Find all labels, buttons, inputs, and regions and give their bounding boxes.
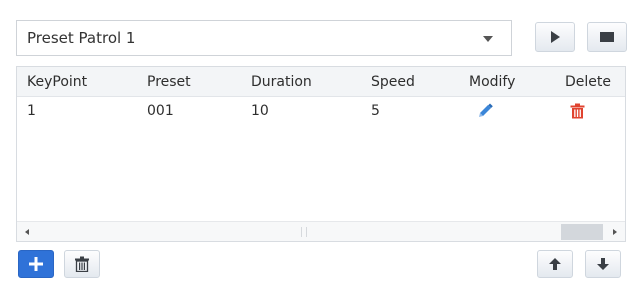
play-icon [551,31,560,43]
header-modify[interactable]: Modify [469,67,515,96]
trash-icon [570,103,585,119]
header-preset[interactable]: Preset [147,67,191,96]
chevron-down-icon[interactable] [483,36,493,42]
pencil-icon [479,103,493,117]
keypoint-cell: 1 [27,103,36,119]
delete-keypoint-button[interactable] [64,250,100,278]
stop-button[interactable] [587,22,627,52]
horizontal-scrollbar[interactable] [17,221,625,241]
modify-button[interactable] [477,97,493,125]
scroll-right-icon[interactable] [613,229,617,235]
arrow-down-icon [597,258,609,270]
arrow-up-icon [549,258,561,270]
speed-cell: 5 [371,103,380,119]
patrol-select-value: Preset Patrol 1 [27,29,136,47]
stop-icon [600,32,614,42]
trash-icon [75,256,89,272]
play-button[interactable] [535,22,575,52]
delete-row-button[interactable] [570,97,585,125]
move-down-button[interactable] [585,250,621,278]
scroll-left-icon[interactable] [25,229,29,235]
scroll-grip [301,227,307,237]
scroll-thumb[interactable] [561,224,603,240]
patrol-select[interactable]: Preset Patrol 1 [16,20,512,56]
preset-cell: 001 [147,103,174,119]
header-duration[interactable]: Duration [251,67,312,96]
header-delete[interactable]: Delete [565,67,611,96]
plus-icon [29,257,43,271]
header-speed[interactable]: Speed [371,67,415,96]
header-keypoint[interactable]: KeyPoint [27,67,87,96]
keypoint-table: KeyPoint Preset Duration Speed Modify De… [16,66,626,242]
move-up-button[interactable] [537,250,573,278]
add-keypoint-button[interactable] [18,250,54,278]
table-header: KeyPoint Preset Duration Speed Modify De… [17,67,625,97]
duration-cell: 10 [251,103,269,119]
table-row[interactable]: 1 001 10 5 [17,97,625,125]
